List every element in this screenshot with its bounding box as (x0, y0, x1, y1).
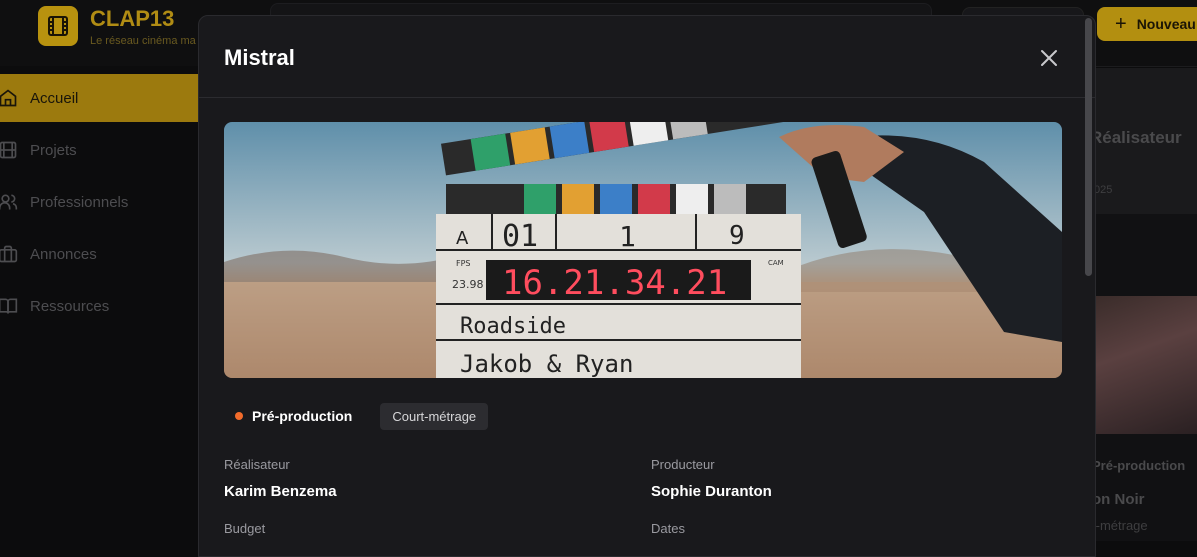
sidebar-item-label: Annonces (30, 245, 97, 263)
briefcase-icon (0, 245, 18, 263)
new-button-label: Nouveau (1136, 16, 1196, 32)
director-label: Réalisateur (224, 457, 290, 472)
sidebar-item-annonces[interactable]: Annonces (0, 230, 200, 278)
clapper-cam-label: CAM (768, 259, 784, 267)
card-project-title: on Noir (1092, 491, 1145, 508)
sidebar: Accueil Projets Professionnels Annonces … (0, 66, 200, 541)
budget-label: Budget (224, 521, 266, 536)
film-icon (0, 141, 17, 159)
close-icon (1041, 50, 1057, 66)
clapper-fps: 23.98 (452, 278, 484, 291)
card-year: 025 (1094, 184, 1113, 196)
brand-tagline: Le réseau cinéma ma (90, 35, 196, 47)
project-thumbnail[interactable] (1094, 296, 1197, 434)
clapper-timecode: 16.21.34.21 (502, 263, 727, 303)
clapper-slate: 1 (619, 220, 636, 253)
dates-label: Dates (651, 521, 685, 536)
director-value: Karim Benzema (224, 483, 337, 500)
plus-icon: + (1115, 12, 1127, 35)
sidebar-item-label: Ressources (30, 297, 110, 315)
sidebar-item-projets[interactable]: Projets (0, 126, 200, 174)
project-badges: Pré-production Court-métrage (224, 402, 489, 430)
home-icon (0, 89, 17, 107)
type-badge: Court-métrage (380, 402, 489, 430)
project-image: A 01 1 9 FPS 23.98 CAM 16.21.34.21 Roads… (224, 122, 1062, 378)
modal-header: Mistral (199, 16, 1095, 98)
scrollbar[interactable] (1085, 18, 1092, 276)
sidebar-item-professionnels[interactable]: Professionnels (0, 178, 200, 226)
close-button[interactable] (1035, 44, 1063, 72)
clapper-scene: 01 (502, 219, 538, 254)
clapper-roll: A (456, 228, 469, 249)
clapper-fps-label: FPS (456, 259, 471, 268)
status-badge: Pré-production (252, 408, 353, 424)
sidebar-item-accueil[interactable]: Accueil (0, 74, 200, 122)
brand-name: CLAP13 (90, 6, 175, 31)
producer-label: Producteur (651, 457, 715, 472)
card-title: Réalisateur (1090, 128, 1182, 147)
book-icon (0, 298, 18, 314)
sidebar-item-ressources[interactable]: Ressources (0, 282, 200, 330)
clapper-take: 9 (729, 221, 745, 251)
producer-value: Sophie Duranton (651, 483, 772, 500)
clapper-director: Jakob & Ryan (460, 350, 633, 378)
sidebar-item-label: Projets (30, 141, 77, 159)
film-icon (48, 16, 68, 36)
new-button[interactable]: + Nouveau (1097, 7, 1197, 41)
logo[interactable] (38, 6, 78, 46)
modal-title: Mistral (224, 45, 295, 70)
card-type: t-métrage (1092, 518, 1148, 533)
clapper-production: Roadside (460, 314, 566, 339)
status-dot (235, 412, 243, 420)
sidebar-item-label: Accueil (30, 89, 79, 107)
users-icon (0, 194, 18, 210)
sidebar-item-label: Professionnels (30, 193, 129, 211)
clapperboard-illustration: A 01 1 9 FPS 23.98 CAM 16.21.34.21 Roads… (224, 122, 1062, 378)
project-modal: Mistral A 01 1 9 FPS 23.98 CAM 16.21.34.… (198, 15, 1096, 557)
card-status: Pré-production (1092, 458, 1186, 473)
